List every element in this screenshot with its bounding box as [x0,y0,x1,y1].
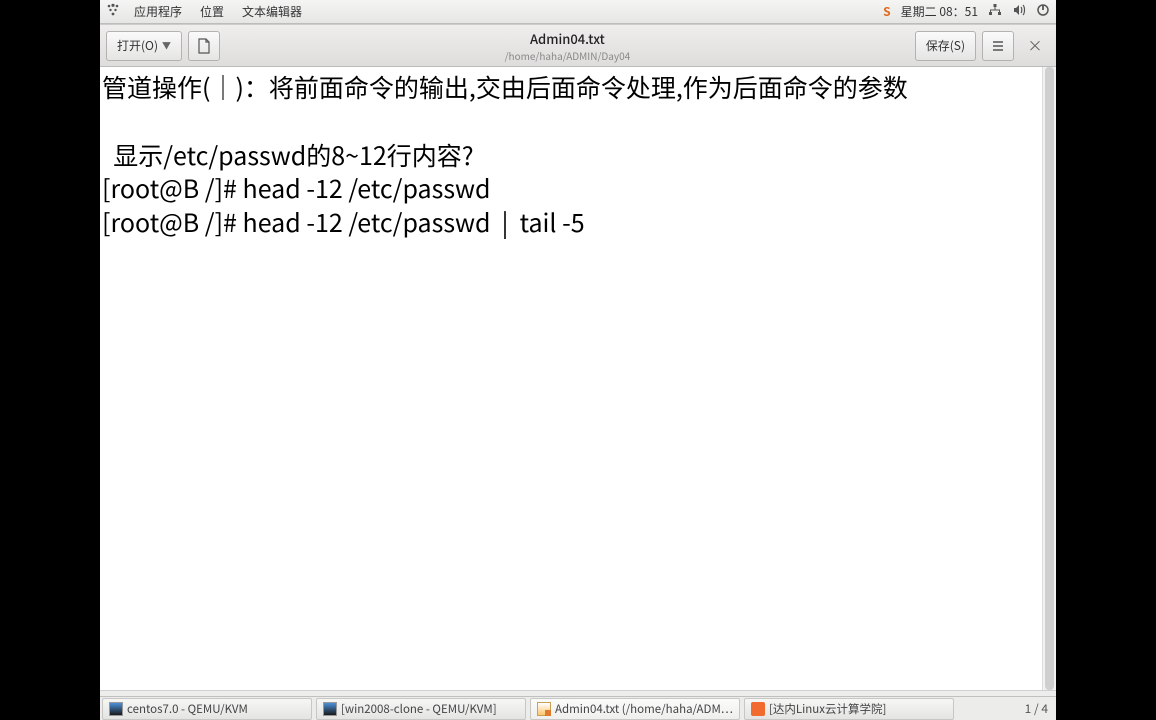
text-line: [root@B /]# head -12 /etc/passwd [102,170,490,206]
window-title: Admin04.txt [226,29,909,48]
menu-text-editor[interactable]: 文本编辑器 [238,3,306,20]
close-button[interactable]: × [1020,35,1050,56]
editor-content[interactable]: 管道操作(｜)：将前面命令的输出,交由后面命令处理,作为后面命令的参数 显示/e… [100,67,1056,690]
open-button-label: 打开(O) [117,37,158,54]
taskbar: centos7.0 - QEMU/KVM [win2008-clone - QE… [100,696,1056,720]
taskbar-item-editor[interactable]: Admin04.txt (/home/haha/ADM… [530,698,740,720]
scrollbar-thumb[interactable] [1045,67,1054,690]
text-line: 显示/etc/passwd的8~12行内容? [102,137,474,173]
sogou-icon[interactable]: S [883,3,891,20]
power-icon[interactable] [1036,3,1050,21]
taskbar-item-label: centos7.0 - QEMU/KVM [127,701,248,717]
taskbar-item-label: [win2008-clone - QEMU/KVM] [341,701,497,717]
editor-icon [537,702,551,716]
window-path: /home/haha/ADMIN/Day04 [226,48,909,63]
text-line: [root@B /]# head -12 /etc/passwd | tail … [102,204,585,240]
editor-titlebar: 打开(O) ▼ Admin04.txt /home/haha/ADMIN/Day… [100,25,1056,67]
vm-icon [109,702,123,716]
clock[interactable]: 星期二 08：51 [901,3,978,20]
volume-icon[interactable] [1012,3,1026,21]
menu-applications[interactable]: 应用程序 [130,3,186,20]
taskbar-item-browser[interactable]: [达内Linux云计算学院] [744,698,954,720]
network-icon[interactable] [988,3,1002,21]
gnome-activities-icon [106,3,120,21]
new-document-button[interactable] [188,31,220,61]
web-icon [751,702,765,716]
menu-button[interactable] [982,31,1014,61]
chevron-down-icon: ▼ [162,39,171,52]
taskbar-item-label: Admin04.txt (/home/haha/ADM… [555,701,733,717]
workspace-indicator[interactable]: 1 / 4 [1017,700,1056,717]
menu-places[interactable]: 位置 [196,3,228,20]
vm-icon [323,702,337,716]
taskbar-item-centos[interactable]: centos7.0 - QEMU/KVM [102,698,312,720]
open-button[interactable]: 打开(O) ▼ [106,31,182,61]
taskbar-item-win2008[interactable]: [win2008-clone - QEMU/KVM] [316,698,526,720]
text-line: 管道操作(｜)：将前面命令的输出,交由后面命令处理,作为后面命令的参数 [102,69,908,105]
taskbar-item-label: [达内Linux云计算学院] [769,701,886,717]
vertical-scrollbar[interactable] [1042,67,1056,690]
document-icon [197,38,211,54]
editor-window: 打开(O) ▼ Admin04.txt /home/haha/ADMIN/Day… [100,24,1056,720]
hamburger-icon [991,39,1005,53]
save-button[interactable]: 保存(S) [915,31,976,61]
gnome-topbar: 应用程序 位置 文本编辑器 S 星期二 08：51 [100,0,1056,24]
